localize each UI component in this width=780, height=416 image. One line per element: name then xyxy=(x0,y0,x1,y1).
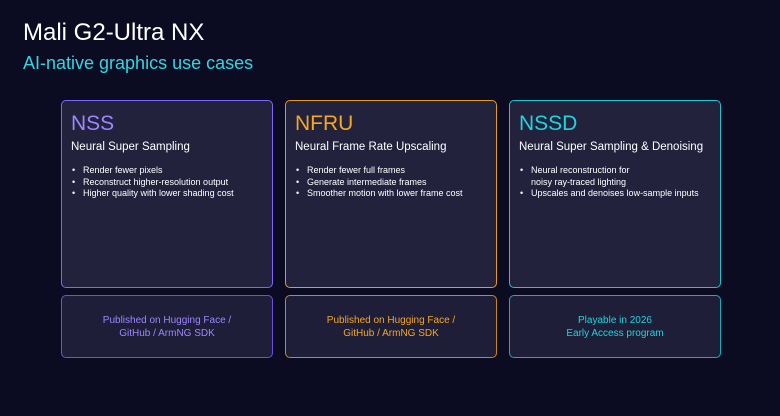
card-nfru: NFRU Neural Frame Rate Upscaling Render … xyxy=(285,100,497,288)
footer-nfru-line: GitHub / ArmNG SDK xyxy=(343,327,439,339)
card-nssd-bullets: Neural reconstruction for noisy ray-trac… xyxy=(519,165,711,200)
card-nfru-bullets: Render fewer full frames Generate interm… xyxy=(295,165,487,200)
card-nss-full-name: Neural Super Sampling xyxy=(71,141,190,153)
footer-nfru: Published on Hugging Face / GitHub / Arm… xyxy=(285,295,497,358)
card-nss-name: NSS xyxy=(71,112,115,135)
footer-nss-line: Published on Hugging Face / xyxy=(102,314,232,326)
footer-nss-line: GitHub / ArmNG SDK xyxy=(119,327,215,339)
card-nssd: NSSD Neural Super Sampling & Denoising N… xyxy=(509,100,721,288)
card-nss-bullet: Reconstruct higher-resolution output xyxy=(71,177,263,189)
card-nss: NSS Neural Super Sampling Render fewer p… xyxy=(61,100,273,288)
footer-nssd-line: Early Access program xyxy=(566,327,664,339)
card-nssd-bullet: Upscales and denoises low-sample inputs xyxy=(519,188,711,200)
card-nfru-bullet: Generate intermediate frames xyxy=(295,177,487,189)
footer-nssd: Playable in 2026 Early Access program xyxy=(509,295,721,358)
card-nssd-name: NSSD xyxy=(519,112,578,135)
card-nssd-bullet: Neural reconstruction for noisy ray-trac… xyxy=(519,165,651,188)
card-nss-bullets: Render fewer pixels Reconstruct higher-r… xyxy=(71,165,263,200)
card-nssd-full-name: Neural Super Sampling & Denoising xyxy=(519,141,704,153)
card-nfru-bullet: Smoother motion with lower frame cost xyxy=(295,188,487,200)
card-nss-bullet: Higher quality with lower shading cost xyxy=(71,188,263,200)
slide: Mali G2-Ultra NX AI-native graphics use … xyxy=(0,0,780,416)
footer-nss: Published on Hugging Face / GitHub / Arm… xyxy=(61,295,273,358)
card-nfru-full-name: Neural Frame Rate Upscaling xyxy=(295,141,447,153)
footer-nfru-line: Published on Hugging Face / xyxy=(326,314,456,326)
card-nfru-bullet: Render fewer full frames xyxy=(295,165,487,177)
page-title: Mali G2-Ultra NX xyxy=(23,19,205,46)
card-nss-bullet: Render fewer pixels xyxy=(71,165,263,177)
card-nfru-name: NFRU xyxy=(295,112,354,135)
footer-nssd-line: Playable in 2026 xyxy=(578,314,652,326)
page-subtitle: AI-native graphics use cases xyxy=(23,53,254,73)
